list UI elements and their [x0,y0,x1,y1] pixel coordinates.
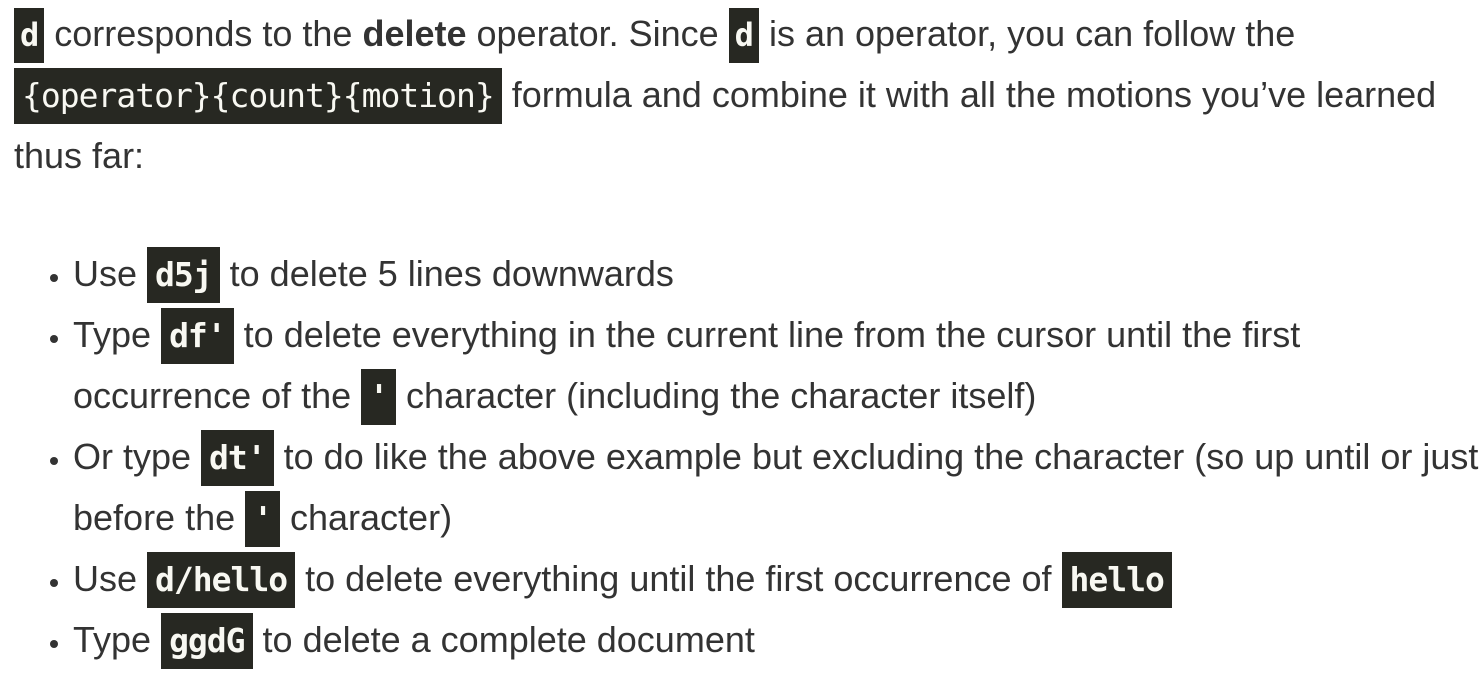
list-item: Type ggdG to delete a complete document [73,610,1484,671]
inline-code: df' [161,308,234,364]
text: is an operator, you can follow the [758,13,1296,54]
text: to delete a complete document [252,619,755,660]
text: Use [73,253,148,294]
delete-bold: delete [362,13,467,54]
text: to delete 5 lines downwards [219,253,674,294]
list-item: Or type dt' to do like the above example… [73,427,1484,549]
inline-code: ' [361,369,397,425]
inline-code: dt' [201,430,274,486]
text: to delete everything until the first occ… [295,558,1062,599]
text: character (including the character itsel… [396,375,1037,416]
text: Use [73,558,148,599]
inline-code: d/hello [147,552,296,608]
inline-code: ' [245,491,280,547]
text: character) [280,497,453,538]
text: Type [73,314,162,355]
inline-code-d: d [14,8,45,63]
text: Type [73,619,162,660]
text: corresponds to the [44,13,363,54]
inline-code-d: d [728,8,759,63]
list-item: Use d5j to delete 5 lines downwards [73,244,1484,305]
inline-code-formula: {operator}{count}{motion} [14,68,502,124]
inline-code: d5j [147,247,220,303]
intro-paragraph: d corresponds to the delete operator. Si… [14,4,1484,186]
text: operator. Since [466,13,729,54]
list-item: Type df' to delete everything in the cur… [73,305,1484,427]
document: d corresponds to the delete operator. Si… [0,0,1484,671]
text: Or type [73,436,202,477]
inline-code: ggdG [161,613,253,669]
inline-code: hello [1061,552,1172,608]
motion-list: Use d5j to delete 5 lines downwards Type… [14,244,1484,671]
list-item: Use d/hello to delete everything until t… [73,549,1484,610]
